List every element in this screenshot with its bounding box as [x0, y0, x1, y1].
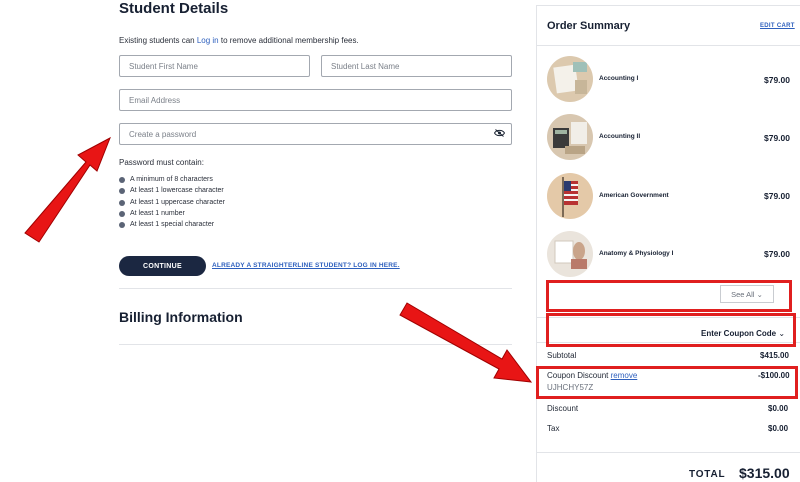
red-arrow-icon: [399, 302, 533, 383]
edit-cart-link[interactable]: EDIT CART: [760, 23, 795, 29]
discount-value: $0.00: [768, 404, 789, 413]
total-label: TOTAL: [689, 469, 726, 480]
tax-label: Tax: [547, 424, 560, 433]
see-all-label: See All: [731, 289, 755, 299]
section-divider: [119, 344, 512, 345]
summary-divider: [537, 45, 800, 46]
subtotal-value: $415.00: [760, 351, 789, 360]
subtotal-label: Subtotal: [547, 351, 577, 360]
enter-coupon-code-toggle[interactable]: Enter Coupon Code ⌄: [701, 329, 785, 338]
billing-information-title: Billing Information: [119, 309, 243, 325]
student-details-title: Student Details: [119, 0, 229, 17]
cart-item-price: $79.00: [764, 191, 790, 201]
password-rule: A minimum of 8 characters: [119, 174, 225, 185]
password-rules-list: A minimum of 8 characters At least 1 low…: [119, 174, 225, 230]
coupon-code: UJHCHY57Z: [547, 383, 594, 392]
first-name-input[interactable]: [119, 55, 310, 77]
red-arrow-icon: [24, 136, 111, 243]
total-value: $315.00: [739, 465, 790, 481]
existing-students-note: Existing students can Log in to remove a…: [119, 36, 359, 45]
remove-coupon-link[interactable]: remove: [611, 371, 638, 380]
password-rule: At least 1 uppercase character: [119, 197, 225, 208]
existing-note-prefix: Existing students can: [119, 36, 197, 45]
already-student-login-link[interactable]: ALREADY A STRAIGHTERLINE STUDENT? LOG IN…: [212, 262, 400, 269]
cart-item-price: $79.00: [764, 133, 790, 143]
see-all-button[interactable]: See All ⌄: [720, 285, 774, 303]
cart-item-price: $79.00: [764, 249, 790, 259]
anatomy-model-image: [547, 231, 593, 277]
cart-item-name: Accounting I: [599, 75, 639, 82]
coupon-discount-value: -$100.00: [758, 371, 790, 380]
accounting-calculator-image: [547, 114, 593, 160]
order-summary-title: Order Summary: [547, 20, 631, 32]
cart-item-name: American Government: [599, 192, 669, 199]
section-divider: [119, 288, 512, 289]
password-rule: At least 1 lowercase character: [119, 185, 225, 196]
cart-item-name: Anatomy & Physiology I: [599, 250, 674, 257]
chevron-down-icon: ⌄: [756, 289, 763, 299]
accounting-notebook-image: [547, 56, 593, 102]
password-input[interactable]: [119, 123, 512, 145]
tax-value: $0.00: [768, 424, 789, 433]
password-rules-title: Password must contain:: [119, 158, 204, 167]
coupon-toggle-label: Enter Coupon Code: [701, 329, 777, 338]
password-rule: At least 1 special character: [119, 219, 225, 230]
chevron-down-icon: ⌄: [778, 329, 786, 338]
summary-divider: [537, 317, 800, 318]
summary-divider: [537, 342, 800, 343]
continue-button[interactable]: CONTINUE: [119, 256, 206, 276]
login-link-inline[interactable]: Log in: [197, 36, 219, 45]
last-name-input[interactable]: [321, 55, 512, 77]
summary-divider: [537, 452, 800, 453]
discount-label: Discount: [547, 404, 579, 413]
coupon-discount-label: Coupon Discount: [547, 371, 609, 380]
cart-item-name: Accounting II: [599, 133, 641, 140]
cart-item-price: $79.00: [764, 75, 790, 85]
coupon-discount-row: Coupon Discount remove: [547, 371, 637, 380]
password-rule: At least 1 number: [119, 208, 225, 219]
email-input[interactable]: [119, 89, 512, 111]
us-flag-image: [547, 173, 593, 219]
existing-note-suffix: to remove additional membership fees.: [218, 36, 359, 45]
eye-slash-icon[interactable]: [494, 129, 505, 137]
